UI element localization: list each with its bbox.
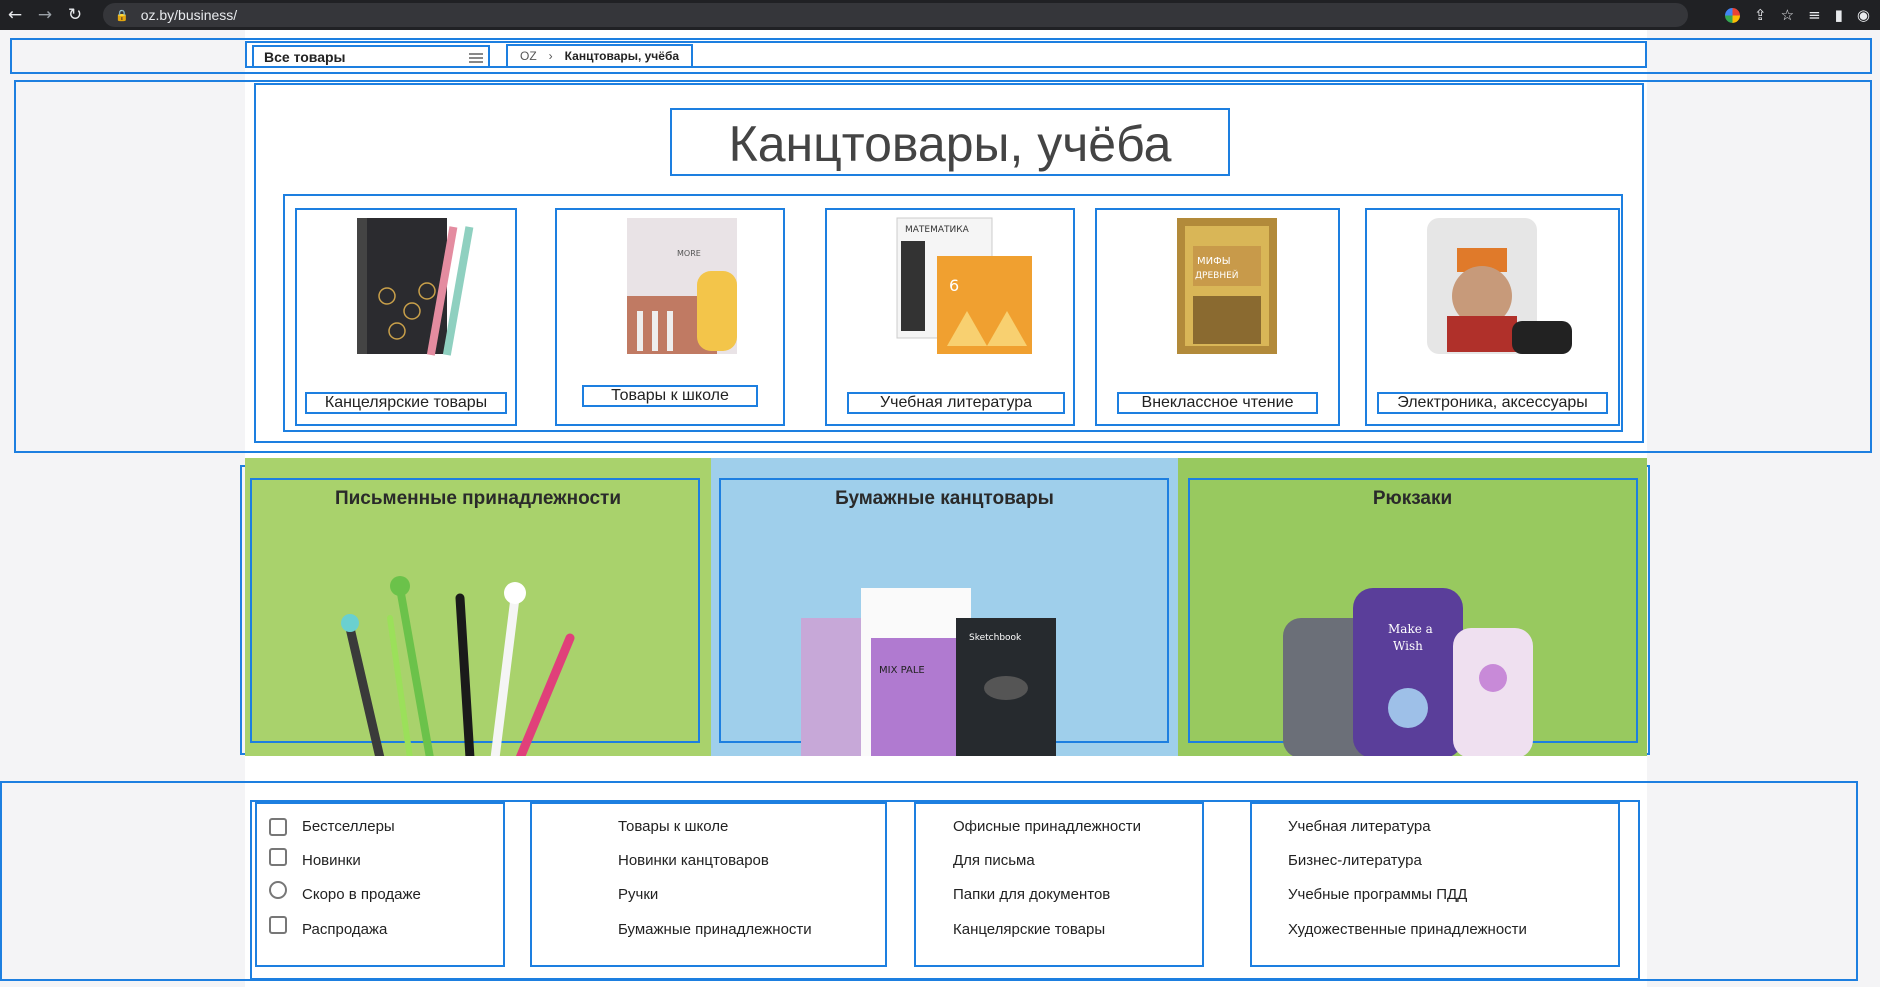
new-icon (269, 848, 287, 866)
link-sale[interactable]: Распродажа (302, 921, 387, 938)
quick-links: Бестселлеры Новинки Скоро в продаже Расп… (250, 800, 1640, 980)
hero-outline (14, 80, 1872, 453)
banner-image-pens (341, 576, 575, 756)
google-icon[interactable] (1725, 7, 1741, 23)
svg-text:Sketchbook: Sketchbook (969, 633, 1022, 643)
reading-list-icon[interactable]: ≡ (1808, 6, 1821, 24)
link-school[interactable]: Товары к школе (618, 818, 728, 835)
links-column-1: Бестселлеры Новинки Скоро в продаже Расп… (255, 802, 505, 967)
link-paper[interactable]: Бумажные принадлежности (618, 921, 812, 938)
side-panel-icon[interactable]: ▮ (1835, 6, 1843, 24)
svg-text:MIX PALE: MIX PALE (879, 665, 925, 676)
lock-icon: 🔒 (115, 9, 129, 22)
bestseller-icon (269, 818, 287, 836)
link-new-stationery[interactable]: Новинки канцтоваров (618, 852, 769, 869)
promo-banners: Письменные принадлежности Бумажные канцт… (245, 458, 1647, 756)
sale-icon (269, 916, 287, 934)
link-stationery[interactable]: Канцелярские товары (953, 921, 1105, 938)
link-bestsellers[interactable]: Бестселлеры (302, 818, 395, 835)
svg-text:Wish: Wish (1393, 639, 1423, 653)
profile-icon[interactable]: ◉ (1857, 6, 1870, 24)
link-folders[interactable]: Папки для документов (953, 886, 1110, 903)
links-column-3: Офисные принадлежности Для письма Папки … (914, 802, 1204, 967)
link-business[interactable]: Бизнес-литература (1288, 852, 1422, 869)
share-icon[interactable]: ⇪ (1754, 6, 1767, 24)
banner-paper[interactable]: Бумажные канцтовары MIX PALE Sketchbook (711, 458, 1178, 756)
link-art-supplies[interactable]: Художественные принадлежности (1288, 921, 1527, 938)
browser-toolbar: ← → ↻ 🔒 oz.by/business/ ⇪ ☆ ≡ ▮ ◉ (0, 0, 1880, 30)
link-writing[interactable]: Для письма (953, 852, 1035, 869)
arrow-left-icon[interactable]: ← (0, 5, 30, 25)
banner-title: Рюкзаки (1372, 488, 1453, 509)
url-text: oz.by/business/ (140, 7, 238, 23)
address-bar[interactable]: 🔒 oz.by/business/ (103, 3, 1688, 27)
links-column-2: Товары к школе Новинки канцтоваров Ручки… (530, 802, 887, 967)
links-column-4: Учебная литература Бизнес-литература Уче… (1250, 802, 1620, 967)
link-coming-soon[interactable]: Скоро в продаже (302, 886, 421, 903)
link-pens[interactable]: Ручки (618, 886, 658, 903)
link-new[interactable]: Новинки (302, 852, 361, 869)
arrow-right-icon[interactable]: → (30, 5, 60, 25)
clock-icon (269, 881, 287, 899)
star-icon[interactable]: ☆ (1781, 6, 1794, 24)
link-textbooks[interactable]: Учебная литература (1288, 818, 1431, 835)
banner-image-notebooks: MIX PALE Sketchbook (801, 588, 1056, 756)
banner-title: Письменные принадлежности (334, 488, 622, 509)
link-office[interactable]: Офисные принадлежности (953, 818, 1141, 835)
banner-image-backpacks: Make a Wish (1283, 588, 1533, 756)
svg-text:Make a: Make a (1388, 622, 1433, 636)
banner-backpacks[interactable]: Рюкзаки Make a Wish (1178, 458, 1647, 756)
reload-icon[interactable]: ↻ (60, 5, 90, 25)
topbar-outline (10, 38, 1872, 74)
banner-title: Бумажные канцтовары (835, 488, 1054, 509)
link-traffic-rules[interactable]: Учебные программы ПДД (1288, 886, 1467, 903)
banner-writing[interactable]: Письменные принадлежности (245, 458, 711, 756)
